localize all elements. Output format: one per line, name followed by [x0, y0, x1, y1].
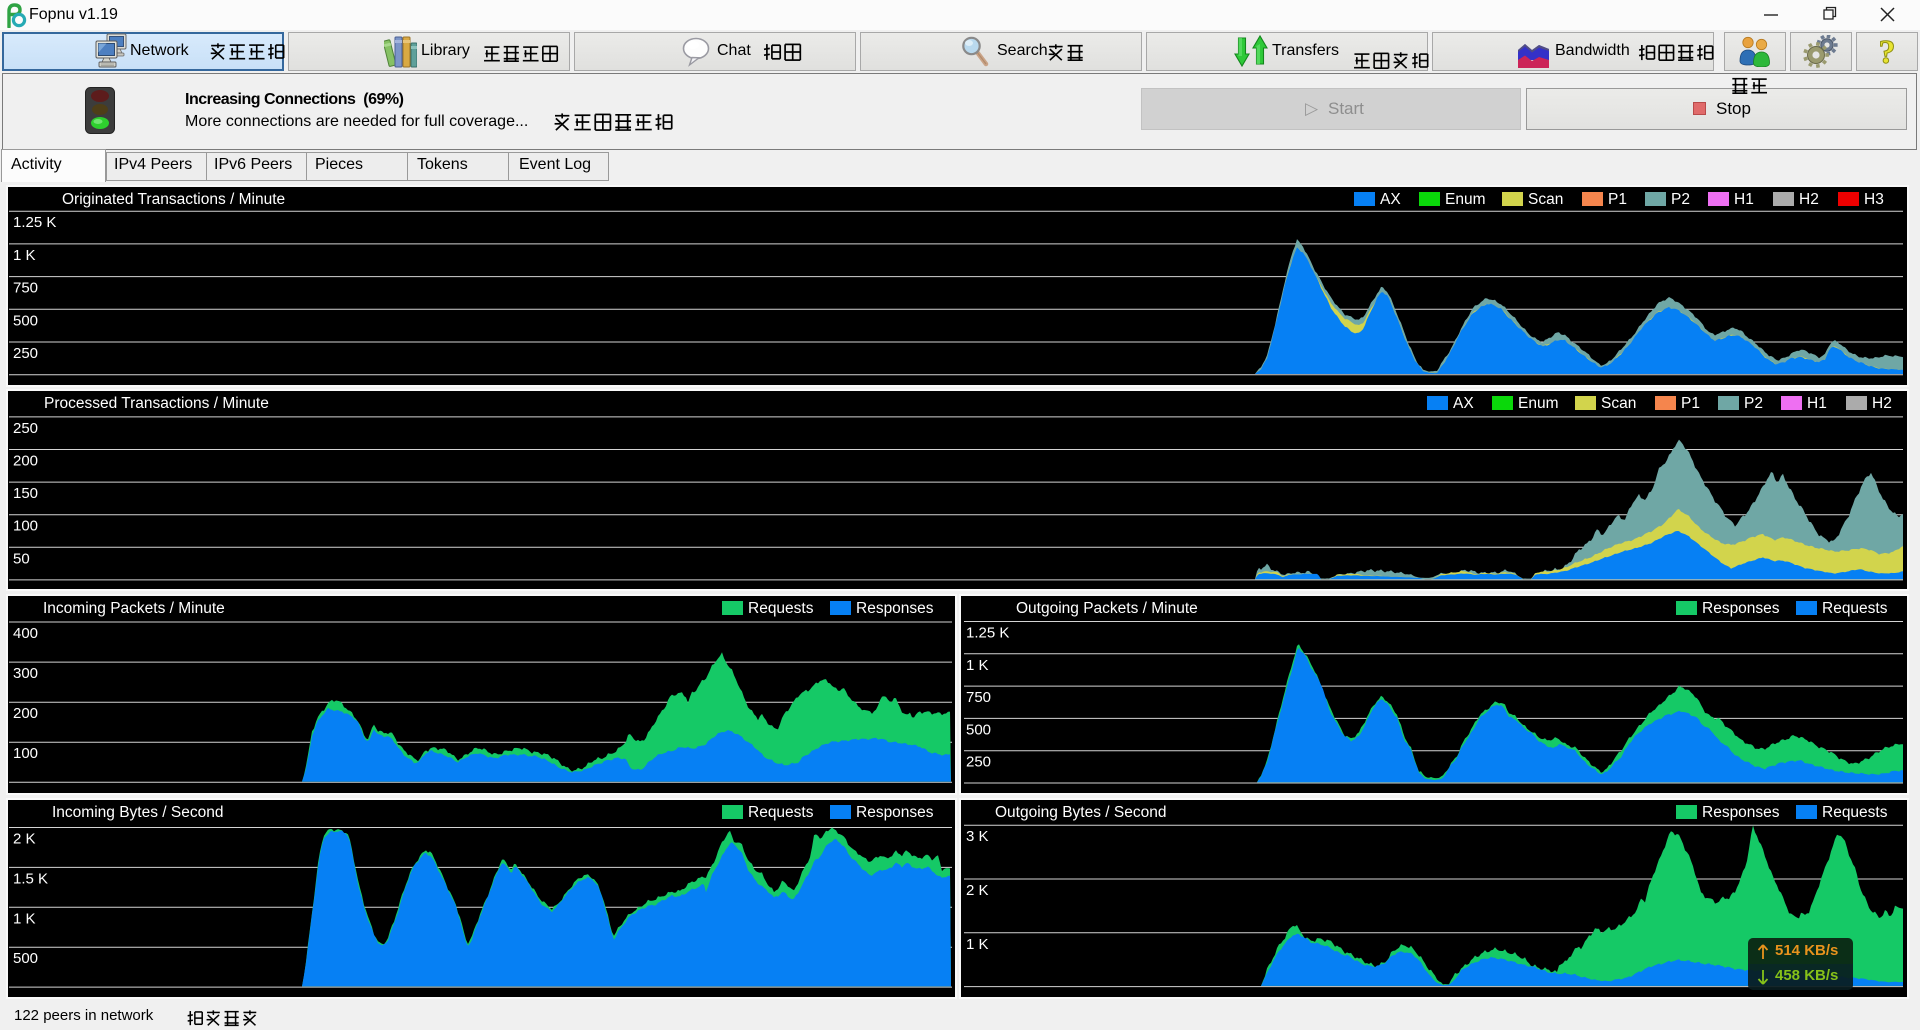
svg-text:Responses: Responses: [1702, 600, 1780, 617]
svg-text:P1: P1: [1608, 191, 1627, 208]
svg-text:500: 500: [13, 312, 38, 329]
svg-text:500: 500: [966, 721, 991, 738]
svg-text:AX: AX: [1380, 191, 1401, 208]
svg-text:Outgoing Packets / Minute: Outgoing Packets / Minute: [1016, 600, 1198, 617]
svg-text:Responses: Responses: [856, 804, 934, 821]
svg-text:Originated Transactions / Minu: Originated Transactions / Minute: [62, 191, 285, 208]
svg-text:1.5 K: 1.5 K: [13, 870, 48, 887]
svg-text:200: 200: [13, 705, 38, 722]
svg-text:200: 200: [13, 453, 38, 470]
svg-text:150: 150: [13, 485, 38, 502]
svg-text:100: 100: [13, 518, 38, 535]
svg-text:Incoming Bytes / Second: Incoming Bytes / Second: [52, 804, 223, 821]
svg-text:Enum: Enum: [1445, 191, 1486, 208]
svg-text:Requests: Requests: [1822, 600, 1888, 617]
svg-text:Incoming Packets / Minute: Incoming Packets / Minute: [43, 600, 225, 617]
svg-text:H1: H1: [1807, 395, 1827, 412]
svg-text:250: 250: [13, 345, 38, 362]
svg-text:300: 300: [13, 665, 38, 682]
svg-text:?: ?: [1879, 36, 1896, 70]
svg-text:2 K: 2 K: [13, 831, 36, 848]
svg-text:750: 750: [966, 689, 991, 706]
svg-text:100: 100: [13, 745, 38, 762]
svg-text:Requests: Requests: [748, 600, 814, 617]
svg-text:250: 250: [966, 754, 991, 771]
svg-text:H2: H2: [1872, 395, 1892, 412]
svg-text:250: 250: [13, 420, 38, 437]
svg-text:1 K: 1 K: [13, 910, 36, 927]
svg-text:H3: H3: [1864, 191, 1884, 208]
svg-text:1 K: 1 K: [966, 657, 989, 674]
svg-text:P2: P2: [1671, 191, 1690, 208]
svg-text:Responses: Responses: [1702, 804, 1780, 821]
svg-text:1 K: 1 K: [13, 247, 36, 264]
svg-text:50: 50: [13, 550, 30, 567]
svg-text:1.25 K: 1.25 K: [13, 214, 56, 231]
svg-text:Responses: Responses: [856, 600, 934, 617]
svg-text:P1: P1: [1681, 395, 1700, 412]
svg-text:Enum: Enum: [1518, 395, 1559, 412]
svg-text:H2: H2: [1799, 191, 1819, 208]
svg-text:Outgoing Bytes / Second: Outgoing Bytes / Second: [995, 804, 1166, 821]
svg-text:AX: AX: [1453, 395, 1474, 412]
svg-text:P2: P2: [1744, 395, 1763, 412]
svg-text:500: 500: [13, 950, 38, 967]
svg-text:Requests: Requests: [748, 804, 814, 821]
svg-text:1.25 K: 1.25 K: [966, 625, 1009, 642]
svg-text:1 K: 1 K: [966, 936, 989, 953]
svg-text:H1: H1: [1734, 191, 1754, 208]
svg-text:750: 750: [13, 280, 38, 297]
svg-text:400: 400: [13, 625, 38, 642]
svg-text:Scan: Scan: [1528, 191, 1563, 208]
svg-text:Processed Transactions / Minut: Processed Transactions / Minute: [44, 395, 269, 412]
svg-text:Scan: Scan: [1601, 395, 1636, 412]
svg-text:Requests: Requests: [1822, 804, 1888, 821]
svg-text:2 K: 2 K: [966, 882, 989, 899]
svg-text:3 K: 3 K: [966, 828, 989, 845]
